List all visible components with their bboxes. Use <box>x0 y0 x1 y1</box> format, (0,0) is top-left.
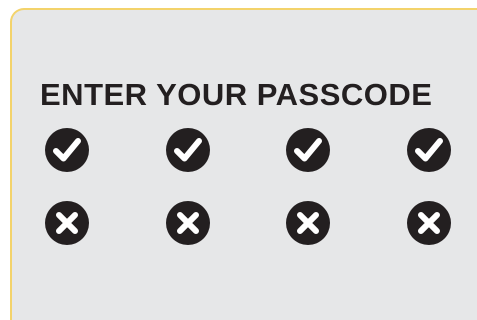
check-icon <box>286 128 330 172</box>
check-button-3[interactable] <box>284 126 332 174</box>
cross-button-3[interactable] <box>284 199 332 247</box>
check-button-1[interactable] <box>43 126 91 174</box>
check-icon <box>45 128 89 172</box>
check-button-4[interactable] <box>405 126 453 174</box>
check-icon <box>166 128 210 172</box>
passcode-panel: ENTER YOUR PASSCODE <box>10 8 477 320</box>
close-icon <box>45 201 89 245</box>
cross-button-4[interactable] <box>405 199 453 247</box>
check-icon <box>407 128 451 172</box>
check-button-row <box>43 126 477 174</box>
close-icon <box>286 201 330 245</box>
close-icon <box>166 201 210 245</box>
cross-button-1[interactable] <box>43 199 91 247</box>
check-button-2[interactable] <box>164 126 212 174</box>
cross-button-row <box>43 199 477 247</box>
passcode-title: ENTER YOUR PASSCODE <box>40 77 433 112</box>
close-icon <box>407 201 451 245</box>
cross-button-2[interactable] <box>164 199 212 247</box>
